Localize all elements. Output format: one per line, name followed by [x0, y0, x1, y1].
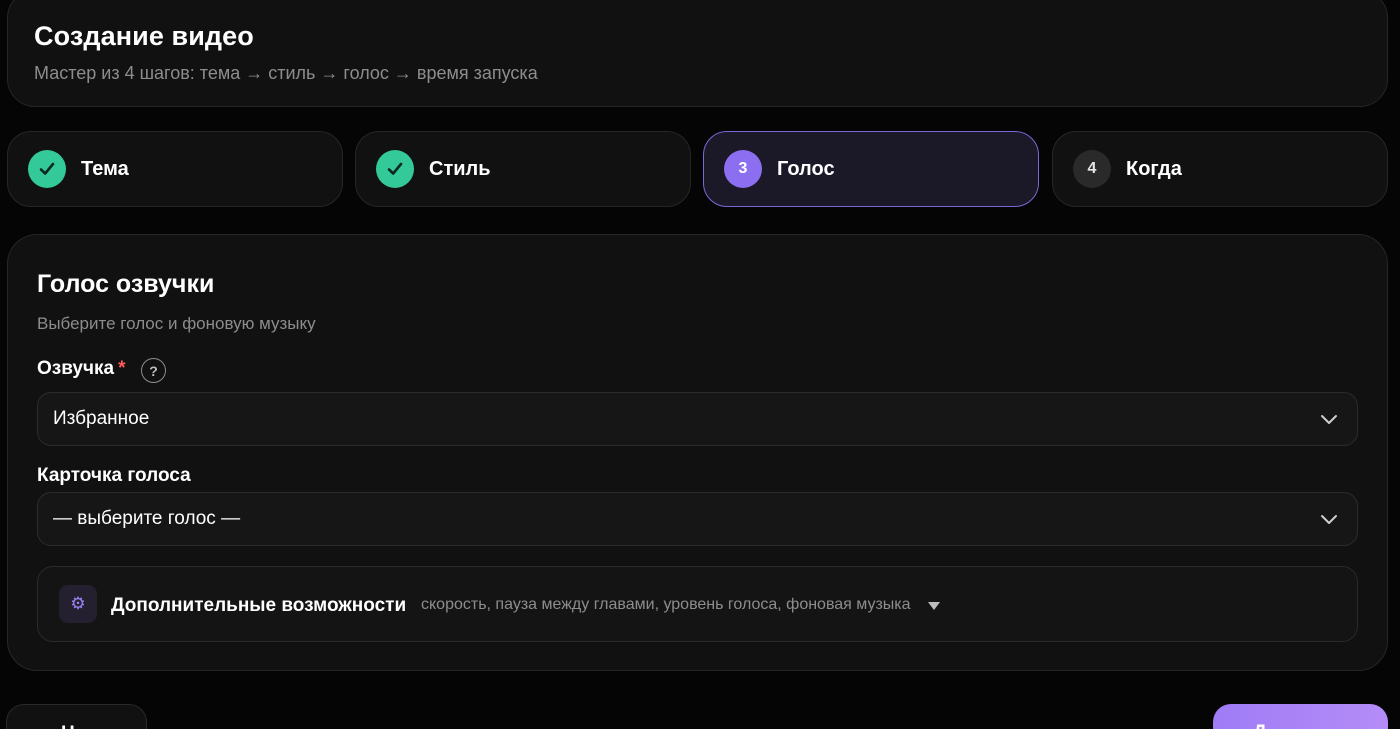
back-button-label: Н — [61, 723, 75, 729]
step-voice[interactable]: 3 Голос — [703, 131, 1039, 207]
gear-icon: ⚙ — [59, 585, 97, 623]
voiceover-label: Озвучка * — [37, 358, 126, 380]
step-when[interactable]: 4 Когда — [1052, 131, 1388, 207]
step-label: Тема — [81, 158, 129, 180]
next-button-label: Д — [1253, 722, 1267, 729]
caret-down-icon — [928, 602, 940, 610]
step-number: 3 — [724, 150, 762, 188]
chevron-down-icon — [1321, 415, 1337, 424]
voice-card-label: Карточка голоса — [37, 465, 191, 486]
next-button[interactable]: Д — [1213, 704, 1388, 729]
help-icon[interactable]: ? — [141, 358, 166, 383]
chevron-down-icon — [1321, 515, 1337, 524]
required-mark: * — [118, 358, 126, 379]
voiceover-label-text: Озвучка — [37, 358, 115, 379]
page-title: Создание видео — [34, 21, 254, 51]
step-label: Стиль — [429, 158, 491, 180]
step-number: 4 — [1073, 150, 1111, 188]
voice-settings-card: Голос озвучки Выберите голос и фоновую м… — [7, 234, 1388, 671]
check-icon — [28, 150, 66, 188]
step-style[interactable]: Стиль — [355, 131, 691, 207]
back-button[interactable]: Н — [6, 704, 147, 729]
page-subtitle: Мастер из 4 шагов: тема → стиль → голос … — [34, 63, 538, 83]
section-title: Голос озвучки — [37, 270, 215, 298]
header-card: Создание видео Мастер из 4 шагов: тема →… — [7, 0, 1388, 107]
check-icon — [376, 150, 414, 188]
voiceover-select-value: Избранное — [53, 408, 150, 429]
advanced-options-hint: скорость, пауза между главами, уровень г… — [421, 596, 911, 613]
section-subtitle: Выберите голос и фоновую музыку — [37, 314, 316, 333]
video-creation-page: Создание видео Мастер из 4 шагов: тема →… — [0, 0, 1400, 729]
step-label: Голос — [777, 158, 835, 180]
advanced-options-toggle[interactable]: ⚙ Дополнительные возможности скорость, п… — [37, 566, 1358, 642]
advanced-options-title: Дополнительные возможности — [111, 595, 407, 616]
step-label: Когда — [1126, 158, 1182, 180]
voice-card-select[interactable]: — выберите голос — — [37, 492, 1358, 546]
voice-card-select-value: — выберите голос — — [53, 508, 241, 529]
voiceover-select[interactable]: Избранное — [37, 392, 1358, 446]
step-topic[interactable]: Тема — [7, 131, 343, 207]
